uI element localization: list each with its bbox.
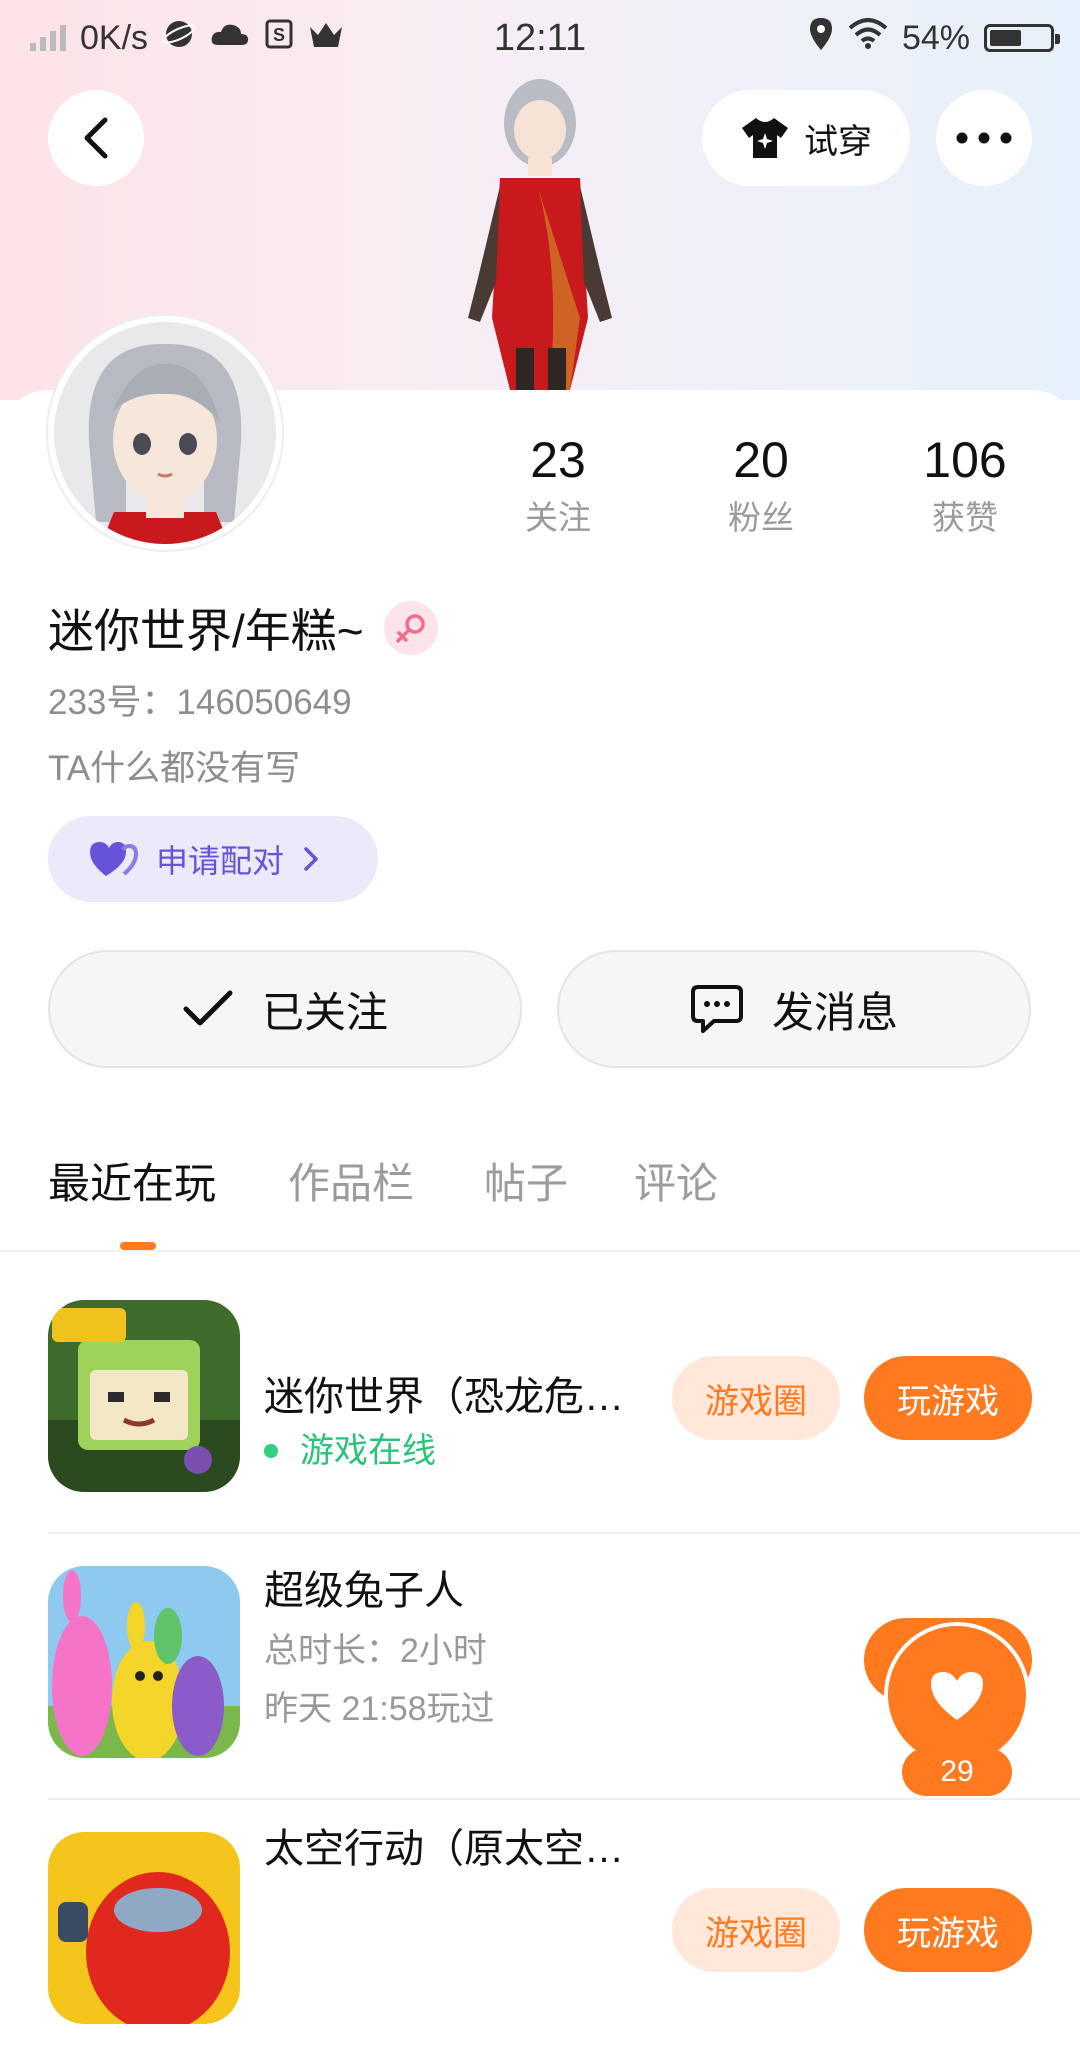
tab-works[interactable]: 作品栏 xyxy=(288,1156,414,1212)
name-row: 迷你世界/年糕~ xyxy=(48,596,438,660)
stat-followers[interactable]: 20 粉丝 xyxy=(686,430,836,542)
game-last-played: 昨天 21:58玩过 xyxy=(264,1690,495,1728)
online-dot-icon xyxy=(264,1444,278,1458)
likes-count: 106 xyxy=(923,432,1007,488)
play-game-button[interactable]: 玩游戏 xyxy=(864,1356,1032,1440)
game-row[interactable]: 太空行动（原太空… 游戏圈 玩游戏 xyxy=(0,1800,1080,2066)
followed-label: 已关注 xyxy=(261,988,388,1036)
game-icon-space-action[interactable] xyxy=(48,1832,240,2024)
tab-comments[interactable]: 评论 xyxy=(634,1156,718,1212)
try-on-button[interactable]: 试穿 xyxy=(702,90,910,186)
try-on-label: 试穿 xyxy=(804,122,872,161)
female-icon xyxy=(383,601,438,655)
send-message-button[interactable]: 发消息 xyxy=(557,950,1031,1068)
chat-icon xyxy=(690,985,743,1033)
more-button[interactable] xyxy=(936,90,1032,186)
game-title: 超级兔子人 xyxy=(264,1569,464,1613)
back-button[interactable] xyxy=(48,90,144,186)
send-message-label: 发消息 xyxy=(771,988,898,1036)
battery-percent: 54% xyxy=(901,18,970,57)
like-count-badge: 29 xyxy=(902,1748,1012,1796)
pair-request-button[interactable]: 申请配对 xyxy=(48,816,378,902)
tab-posts[interactable]: 帖子 xyxy=(484,1156,568,1212)
profile-name: 迷你世界/年糕~ xyxy=(48,605,364,657)
battery-icon xyxy=(984,24,1060,52)
following-label: 关注 xyxy=(525,499,591,536)
game-icon-super-bunny-man[interactable] xyxy=(48,1566,240,1758)
profile-avatar[interactable] xyxy=(48,316,282,550)
following-count: 23 xyxy=(530,432,586,488)
avatar-portrait xyxy=(88,343,242,544)
game-total-duration: 总时长：2小时 xyxy=(264,1632,487,1670)
tshirt-icon xyxy=(742,118,788,158)
game-title: 太空行动（原太空… xyxy=(264,1827,624,1871)
play-game-button[interactable]: 玩游戏 xyxy=(864,1888,1032,1972)
game-row[interactable]: 迷你世界（恐龙危… 游戏在线 游戏圈 玩游戏 xyxy=(0,1268,1080,1534)
stat-likes[interactable]: 106 获赞 xyxy=(890,430,1040,542)
like-floating-button[interactable] xyxy=(884,1622,1030,1768)
followed-button[interactable]: 已关注 xyxy=(48,950,522,1068)
chevron-left-icon xyxy=(84,117,108,159)
wifi-icon xyxy=(848,17,888,59)
tab-divider xyxy=(0,1250,1080,1252)
game-circle-button[interactable]: 游戏圈 xyxy=(672,1888,840,1972)
tab-recently-played[interactable]: 最近在玩 xyxy=(48,1156,216,1212)
avatar-3d-figure[interactable] xyxy=(420,68,660,390)
tab-indicator xyxy=(120,1242,156,1250)
likes-label: 获赞 xyxy=(932,499,998,536)
stat-following[interactable]: 23 关注 xyxy=(483,430,633,542)
status-bar: 0K/s S 12:11 54% xyxy=(0,0,1080,76)
chevron-right-icon xyxy=(304,847,318,871)
location-icon xyxy=(808,17,834,60)
heart-icon xyxy=(931,1672,983,1720)
pair-request-label: 申请配对 xyxy=(156,843,285,879)
hearts-icon xyxy=(90,842,138,876)
more-icon xyxy=(956,132,1012,144)
followers-label: 粉丝 xyxy=(728,499,794,536)
followers-count: 20 xyxy=(733,432,789,488)
game-icon-mini-world[interactable] xyxy=(48,1300,240,1492)
online-status: 游戏在线 xyxy=(264,1428,436,1474)
bio: TA什么都没有写 xyxy=(48,749,301,788)
game-circle-button[interactable]: 游戏圈 xyxy=(672,1356,840,1440)
check-icon xyxy=(183,990,233,1026)
user-id: 233号：146050649 xyxy=(48,683,352,722)
game-title: 迷你世界（恐龙危… xyxy=(264,1375,624,1419)
online-status-label: 游戏在线 xyxy=(300,1432,436,1470)
